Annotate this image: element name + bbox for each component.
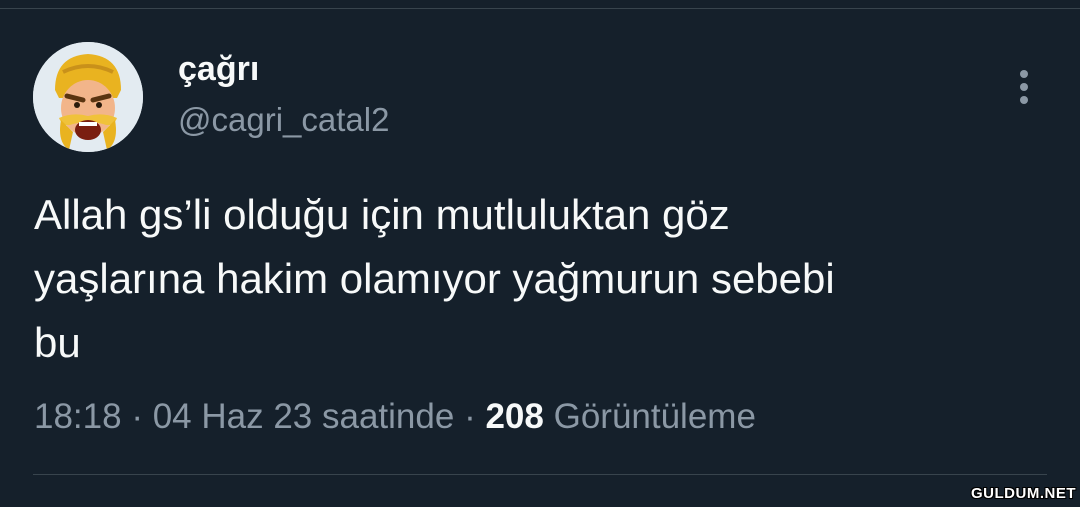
avatar[interactable]	[33, 42, 143, 152]
views-count[interactable]: 208	[485, 397, 543, 436]
tweet-meta: 18:18 · 04 Haz 23 saatinde · 208 Görüntü…	[34, 393, 756, 441]
barbarian-avatar-icon	[33, 42, 143, 152]
more-vertical-icon-dot-1	[1020, 70, 1028, 78]
meta-separator: ·	[464, 397, 476, 436]
watermark: GULDUM.NET	[971, 485, 1076, 502]
views-label[interactable]: Görüntüleme	[554, 397, 756, 436]
more-vertical-icon-dot-2	[1020, 83, 1028, 91]
more-vertical-icon-dot-3	[1020, 96, 1028, 104]
meta-separator: ·	[131, 397, 143, 436]
top-divider	[0, 8, 1080, 9]
tweet-text: Allah gs’li olduğu için mutluluktan göz …	[34, 191, 835, 366]
display-name[interactable]: çağrı	[178, 49, 259, 89]
bottom-divider	[33, 474, 1047, 475]
tweet-date[interactable]: 04 Haz 23 saatinde	[153, 397, 455, 436]
user-handle[interactable]: @cagri_catal2	[178, 100, 389, 140]
more-options-button[interactable]	[1006, 64, 1042, 108]
tweet-time[interactable]: 18:18	[34, 397, 122, 436]
